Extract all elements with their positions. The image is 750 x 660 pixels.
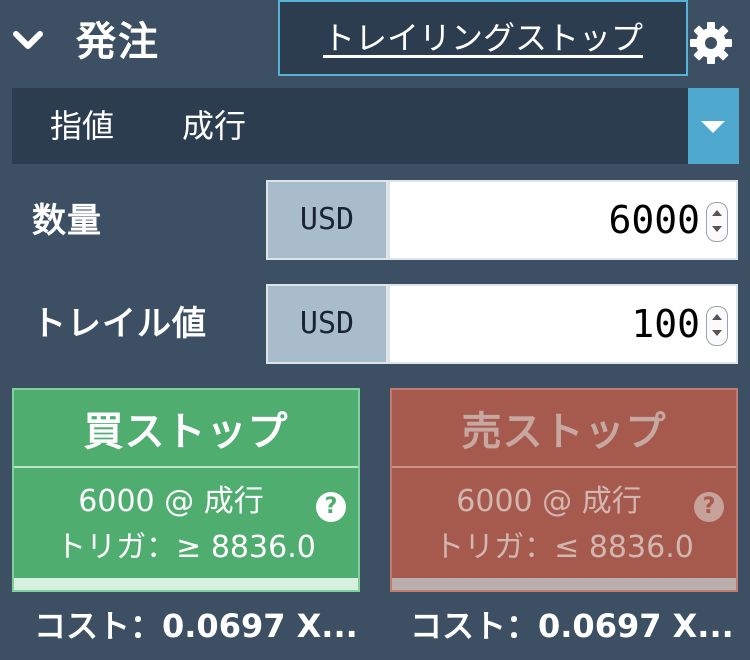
help-icon[interactable]: ?: [694, 492, 724, 522]
stepper-up-icon[interactable]: [712, 314, 722, 320]
chevron-down-icon[interactable]: [10, 22, 46, 58]
quantity-currency-badge: USD: [266, 180, 388, 260]
sell-stop-button[interactable]: 売ストップ 6000 @ 成行 ? トリガ：≤ 8836.0: [390, 388, 738, 592]
trail-currency-badge: USD: [266, 284, 388, 364]
sell-button-footer: [392, 578, 736, 590]
trail-value-stepper[interactable]: [706, 306, 728, 346]
sell-trigger: トリガ：≤ 8836.0: [434, 530, 694, 565]
tab-trailing-stop[interactable]: トレイリングストップ: [278, 0, 688, 76]
stepper-down-icon[interactable]: [712, 330, 722, 336]
stepper-up-icon[interactable]: [712, 210, 722, 216]
order-type-dropdown-button[interactable]: [688, 88, 739, 164]
help-icon[interactable]: ?: [316, 492, 346, 522]
tab-limit[interactable]: 指値: [28, 88, 136, 164]
sell-order-detail: 6000 @ 成行: [456, 484, 642, 519]
divider: [14, 466, 358, 468]
quantity-label: 数量: [32, 201, 102, 241]
quantity-stepper[interactable]: [706, 202, 728, 242]
quantity-input[interactable]: [390, 182, 700, 258]
tab-market[interactable]: 成行: [160, 88, 268, 164]
buy-stop-title: 買ストップ: [83, 409, 289, 455]
trail-value-label: トレイル値: [32, 304, 207, 344]
tab-trailing-stop-label: トレイリングストップ: [322, 19, 643, 57]
buy-button-footer: [14, 578, 358, 590]
sell-cost: コスト：0.0697 X...: [410, 607, 734, 645]
buy-order-detail: 6000 @ 成行: [78, 484, 264, 519]
sell-stop-title: 売ストップ: [461, 409, 667, 455]
divider: [392, 466, 736, 468]
quantity-field[interactable]: [388, 180, 738, 260]
buy-cost: コスト：0.0697 X...: [34, 607, 358, 645]
buy-stop-button[interactable]: 買ストップ 6000 @ 成行 ? トリガ：≥ 8836.0: [12, 388, 360, 592]
stepper-down-icon[interactable]: [712, 226, 722, 232]
caret-down-icon: [701, 121, 725, 133]
buy-trigger: トリガ：≥ 8836.0: [56, 530, 316, 565]
panel-title: 発注: [76, 19, 160, 65]
gear-icon[interactable]: [688, 20, 734, 66]
trail-value-field[interactable]: [388, 284, 738, 364]
trail-value-input[interactable]: [390, 286, 700, 362]
